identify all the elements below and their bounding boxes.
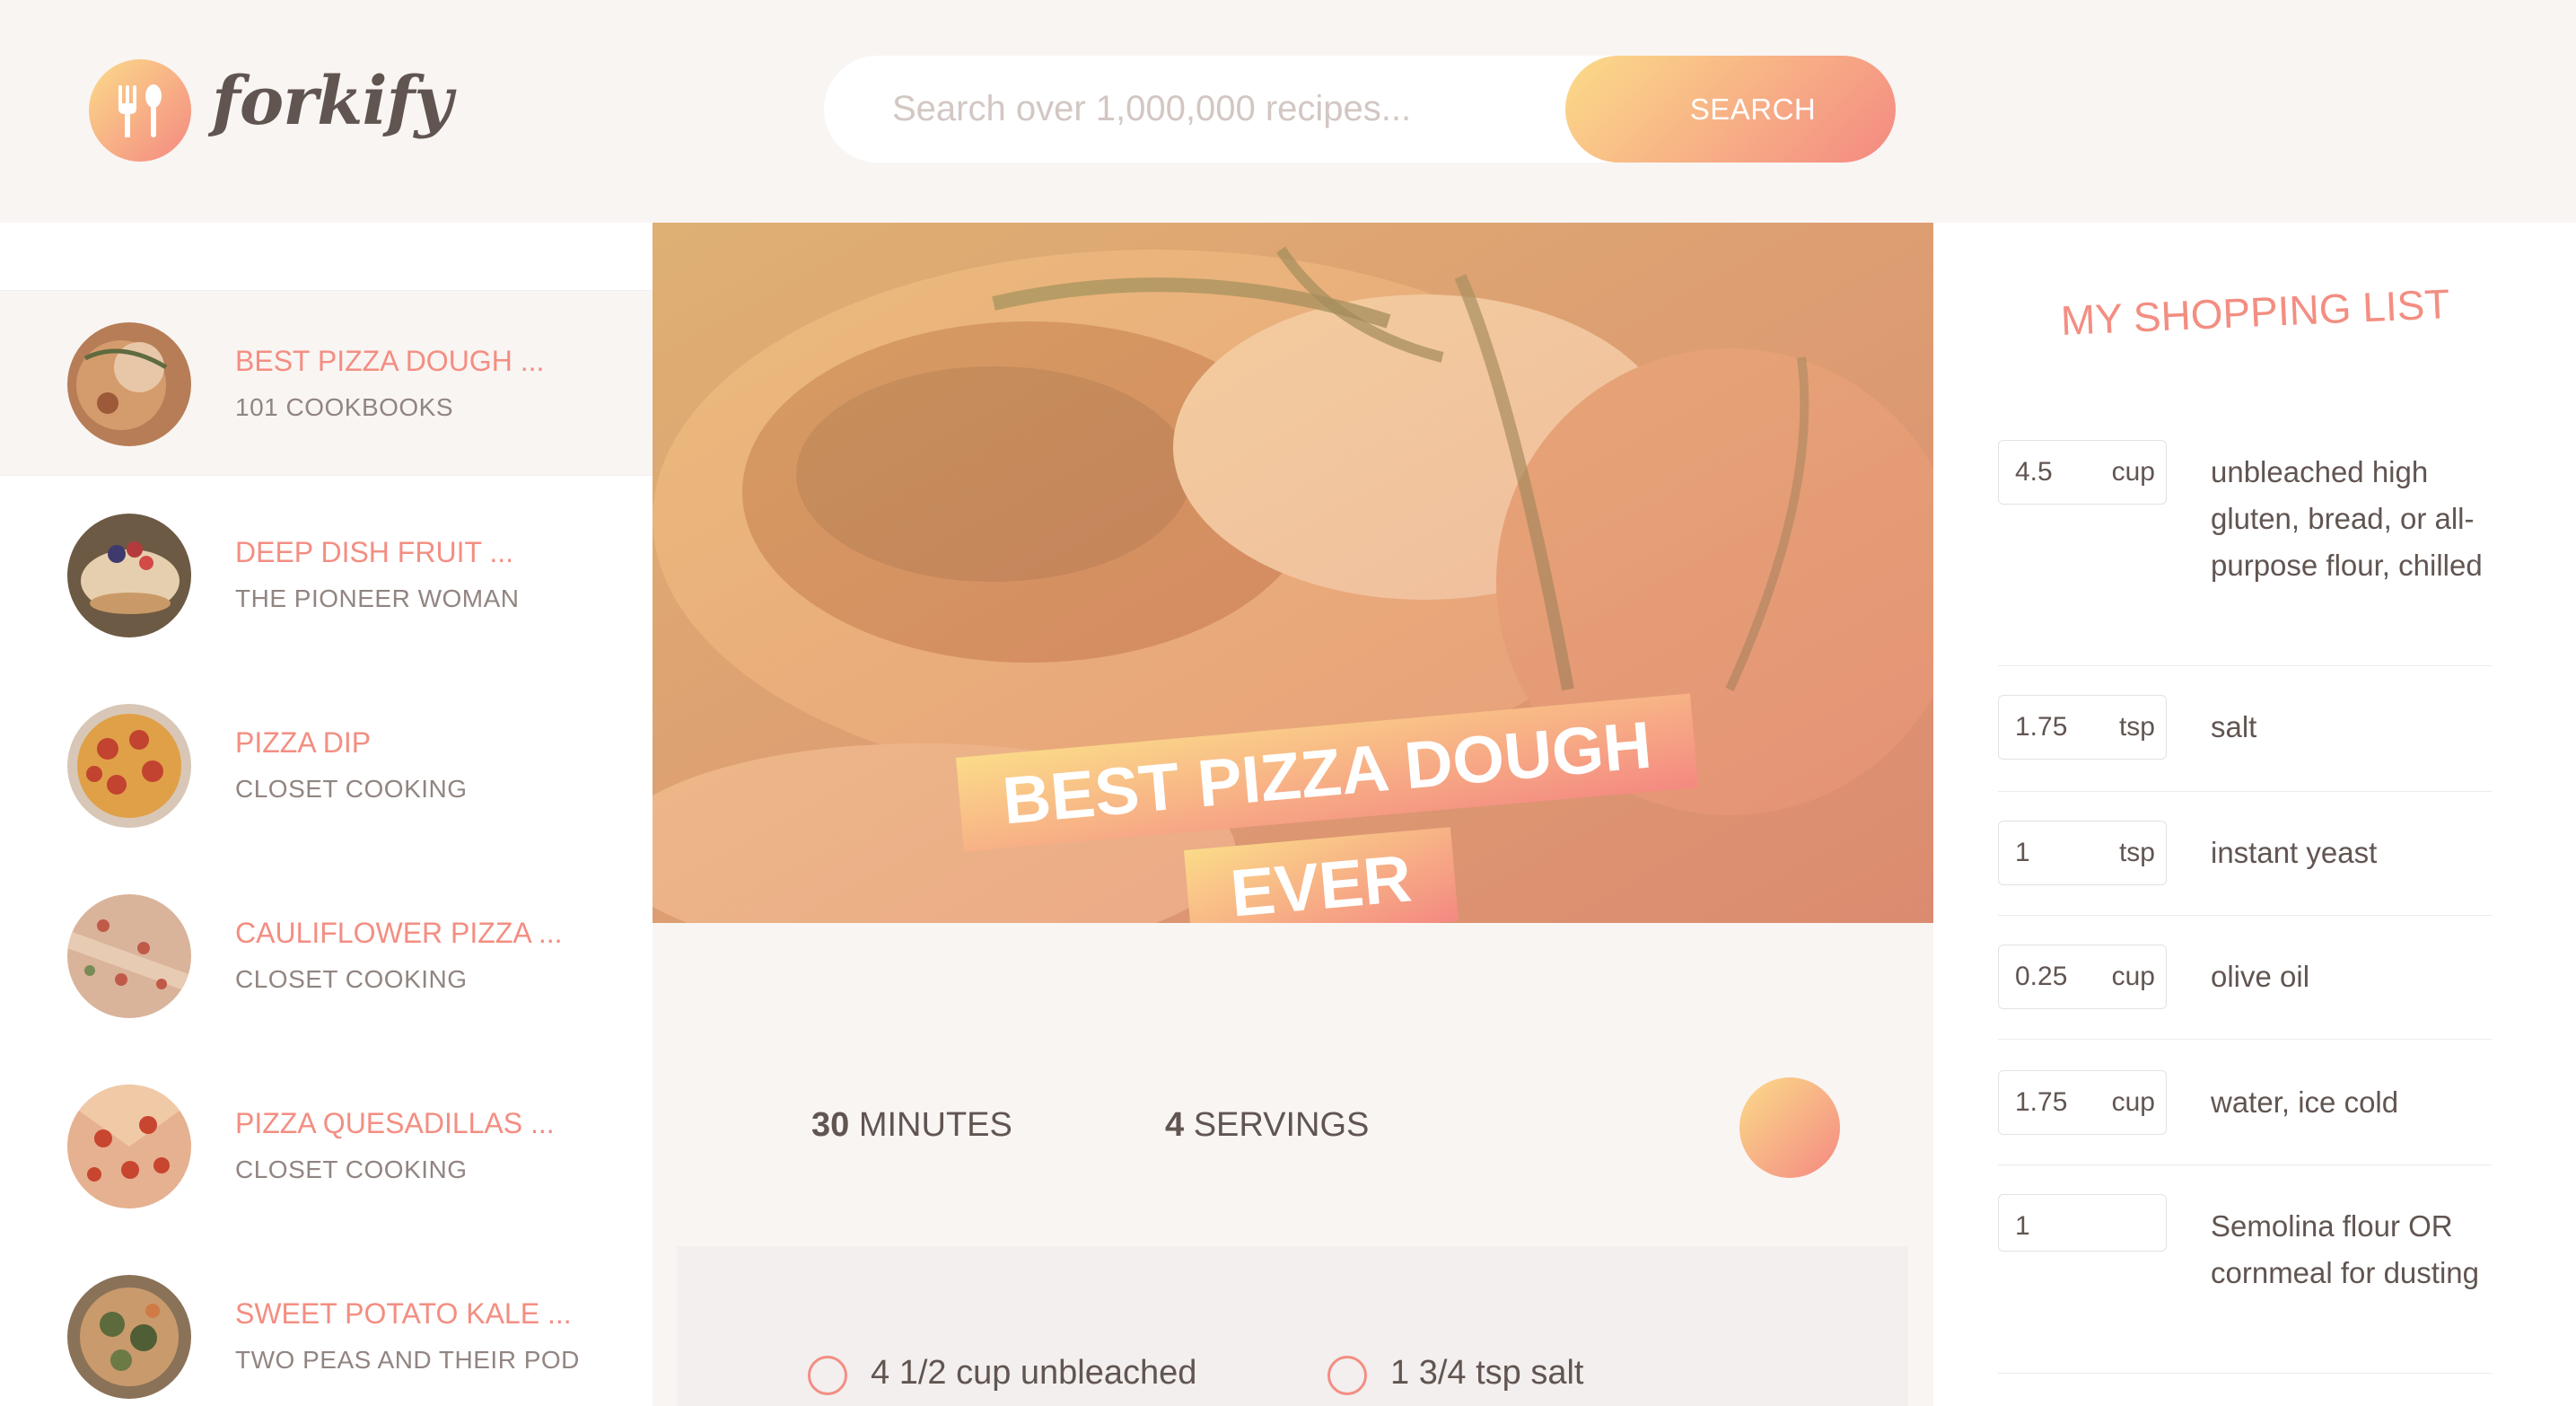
result-name: BEST PIZZA DOUGH ...: [235, 345, 545, 377]
recipe-thumbnail: [67, 704, 191, 828]
shopping-item: 1.75 cup water, ice cold: [1998, 1070, 2492, 1165]
servings-value: 4: [1165, 1106, 1185, 1144]
quantity-count: 0.25: [2015, 962, 2068, 991]
quantity-input[interactable]: 1.75 tsp: [1998, 695, 2167, 760]
quantity-input[interactable]: 1: [1998, 1194, 2167, 1252]
shopping-item: 4.5 cup unbleached high gluten, bread, o…: [1998, 440, 2492, 666]
recipe-thumbnail: [67, 322, 191, 446]
header: forkify SEARCH: [0, 0, 2576, 223]
shopping-item: 1.75 tsp salt: [1998, 695, 2492, 792]
bookmark-button[interactable]: [1739, 1077, 1840, 1178]
shopping-item-desc: water, ice cold: [2211, 1085, 2399, 1119]
recipe-minutes: 30 MINUTES: [811, 1106, 1012, 1145]
shopping-item-desc: unbleached high gluten, bread, or all-pu…: [2211, 455, 2483, 582]
result-author: CLOSET COOKING: [235, 775, 468, 803]
quantity-unit: tsp: [2118, 712, 2155, 742]
quantity-input[interactable]: 1 tsp: [1998, 821, 2167, 885]
logo-text: forkify: [212, 63, 452, 140]
shopping-item-desc: Semolina flour OR cornmeal for dusting: [2211, 1209, 2479, 1289]
result-item[interactable]: SWEET POTATO KALE ... TWO PEAS AND THEIR…: [0, 1243, 653, 1406]
search-input[interactable]: [892, 56, 1574, 163]
recipe-thumbnail: [67, 1085, 191, 1208]
search-results: BEST PIZZA DOUGH ... 101 COOKBOOKS DEEP …: [0, 223, 653, 1406]
shopping-item: 0.25 cup olive oil: [1998, 945, 2492, 1040]
servings-label: SERVINGS: [1193, 1106, 1370, 1144]
quantity-count: 4.5: [2015, 457, 2053, 487]
quantity-unit: tsp: [2118, 838, 2155, 867]
quantity-unit: cup: [2111, 962, 2155, 991]
recipe-ingredients: [677, 1246, 1908, 1406]
result-name: SWEET POTATO KALE ...: [235, 1297, 572, 1330]
ingredient-item: 1 3/4 tsp salt: [1390, 1354, 1584, 1392]
result-author: TWO PEAS AND THEIR POD: [235, 1346, 580, 1374]
check-circle-icon: [1327, 1356, 1367, 1395]
shopping-item: 1 Semolina flour OR cornmeal for dusting: [1998, 1194, 2492, 1374]
recipe-details: [677, 923, 1908, 1246]
shopping-item-desc: olive oil: [2211, 960, 2310, 993]
recipe-servings: 4 SERVINGS: [1165, 1106, 1369, 1145]
ingredient-item: 4 1/2 cup unbleached: [871, 1354, 1197, 1392]
result-item[interactable]: BEST PIZZA DOUGH ... 101 COOKBOOKS: [0, 290, 653, 476]
quantity-count: 1: [2015, 838, 2030, 867]
shopping-item-desc: instant yeast: [2211, 836, 2378, 869]
result-author: 101 COOKBOOKS: [235, 393, 454, 421]
quantity-unit: cup: [2111, 1087, 2155, 1117]
shopping-item-desc: salt: [2211, 710, 2257, 743]
check-circle-icon: [808, 1356, 847, 1395]
quantity-input[interactable]: 1.75 cup: [1998, 1070, 2167, 1135]
recipe-thumbnail: [67, 514, 191, 637]
search-button-label: SEARCH: [1689, 92, 1817, 126]
recipe-thumbnail: [67, 1275, 191, 1399]
result-name: PIZZA QUESADILLAS ...: [235, 1107, 555, 1139]
search-button[interactable]: SEARCH: [1565, 56, 1896, 163]
quantity-count: 1: [2015, 1211, 2030, 1241]
result-item[interactable]: CAULIFLOWER PIZZA ... CLOSET COOKING: [0, 862, 653, 1048]
result-author: CLOSET COOKING: [235, 1156, 468, 1183]
recipe-thumbnail: [67, 894, 191, 1018]
shopping-item: 1 tsp instant yeast: [1998, 821, 2492, 916]
minutes-value: 30: [811, 1106, 850, 1144]
result-item[interactable]: PIZZA QUESADILLAS ... CLOSET COOKING: [0, 1052, 653, 1238]
result-name: DEEP DISH FRUIT ...: [235, 536, 513, 568]
result-name: CAULIFLOWER PIZZA ...: [235, 917, 563, 949]
search-form: SEARCH: [824, 56, 1896, 163]
result-item[interactable]: PIZZA DIP CLOSET COOKING: [0, 672, 653, 857]
result-author: THE PIONEER WOMAN: [235, 584, 520, 612]
result-item[interactable]: DEEP DISH FRUIT ... THE PIONEER WOMAN: [0, 481, 653, 667]
logo-icon[interactable]: [89, 59, 191, 162]
quantity-input[interactable]: 4.5 cup: [1998, 440, 2167, 505]
quantity-count: 1.75: [2015, 1087, 2068, 1117]
result-author: CLOSET COOKING: [235, 965, 468, 993]
quantity-count: 1.75: [2015, 712, 2068, 742]
result-name: PIZZA DIP: [235, 726, 372, 759]
quantity-input[interactable]: 0.25 cup: [1998, 945, 2167, 1009]
minutes-label: MINUTES: [858, 1106, 1012, 1144]
quantity-unit: cup: [2111, 457, 2155, 487]
